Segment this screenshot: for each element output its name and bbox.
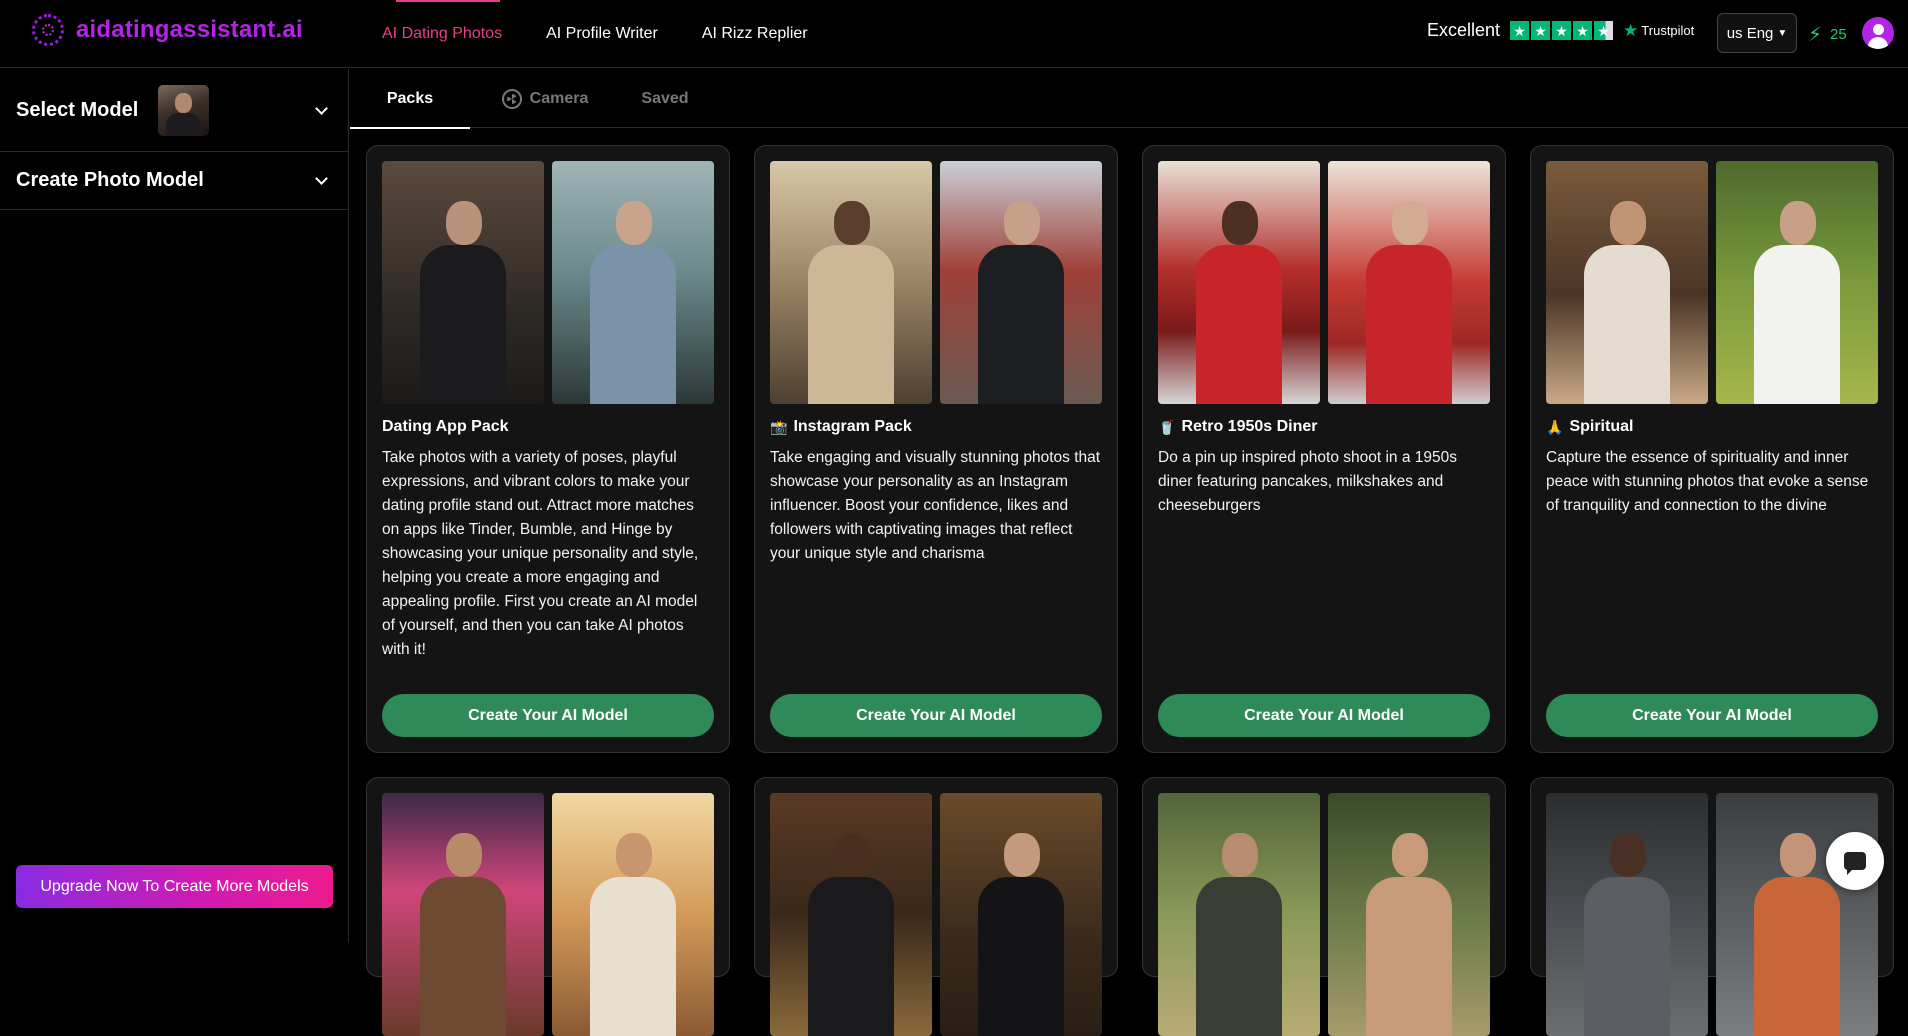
- trustpilot-brand-label: Trustpilot: [1641, 23, 1695, 38]
- pack-title: Dating App Pack: [382, 418, 714, 436]
- trustpilot-stars: ★ ★ ★ ★ ★: [1510, 21, 1614, 40]
- select-model-label: Select Model: [16, 98, 139, 121]
- pack-photo: [382, 793, 544, 1036]
- pack-title-text: Instagram Pack: [793, 418, 912, 435]
- trustpilot-rating-label: Excellent: [1427, 20, 1501, 40]
- pack-photo: [940, 793, 1102, 1036]
- pack-card: [1142, 777, 1506, 1036]
- aperture-icon: [501, 88, 522, 109]
- tab-camera[interactable]: Camera: [470, 69, 620, 128]
- pack-description: Do a pin up inspired photo shoot in a 19…: [1158, 449, 1458, 514]
- pack-card: 🥤 Retro 1950s Diner Do a pin up inspired…: [1142, 145, 1506, 753]
- credits-badge[interactable]: ⚡ 25: [1808, 22, 1847, 47]
- nav-ai-dating-photos[interactable]: AI Dating Photos: [372, 0, 512, 68]
- pack-card: Dating App Pack Take photos with a varie…: [366, 145, 730, 753]
- tab-saved[interactable]: Saved: [620, 69, 710, 128]
- create-ai-model-button[interactable]: Create Your AI Model: [1546, 694, 1878, 737]
- pack-photo: [1328, 793, 1490, 1036]
- main-nav: AI Dating Photos AI Profile Writer AI Ri…: [372, 0, 818, 68]
- star-icon: ★: [1531, 21, 1551, 40]
- trustpilot-brand: ★ Trustpilot: [1623, 21, 1694, 41]
- star-icon: ★: [1510, 21, 1530, 40]
- milkshake-icon: 🥤: [1158, 418, 1176, 435]
- pack-photo: [1716, 793, 1878, 1036]
- pack-photos: [382, 793, 714, 1036]
- brand-logo-icon: [32, 14, 64, 46]
- pack-title: 🥤 Retro 1950s Diner: [1158, 418, 1490, 436]
- pack-title-text: Spiritual: [1569, 418, 1634, 435]
- pack-photo: [1158, 161, 1320, 404]
- sidebar: Select Model Create Photo Model Upgrade …: [0, 69, 349, 943]
- credits-count: 25: [1830, 26, 1847, 43]
- pack-photo: [1546, 161, 1708, 404]
- pack-description: Take engaging and visually stunning phot…: [770, 449, 1101, 562]
- pack-photo: [770, 793, 932, 1036]
- pack-photos: [1546, 793, 1878, 1036]
- model-thumbnail: [158, 84, 210, 136]
- chat-icon: [1844, 852, 1866, 875]
- content-tabs: Packs Camera Saved: [350, 69, 1908, 129]
- chevron-down-icon: [315, 101, 328, 115]
- pack-photo: [770, 161, 932, 404]
- pack-title-text: Retro 1950s Diner: [1181, 418, 1318, 435]
- pack-photo: [1546, 793, 1708, 1036]
- trustpilot-star-icon: ★: [1623, 20, 1639, 40]
- brand-logo-link[interactable]: aidatingassistant.ai: [32, 14, 303, 46]
- language-select[interactable]: us Eng ▼: [1717, 13, 1797, 53]
- caret-down-icon: ▼: [1777, 27, 1788, 39]
- trustpilot-widget[interactable]: Excellent ★ ★ ★ ★ ★ ★ Trustpilot: [1427, 20, 1694, 41]
- pack-photo: [1716, 161, 1878, 404]
- pack-photo: [382, 161, 544, 404]
- pack-card: [366, 777, 730, 1036]
- user-avatar-head: [1872, 24, 1884, 35]
- pack-photo: [940, 161, 1102, 404]
- user-avatar-body: [1868, 37, 1888, 49]
- create-ai-model-button[interactable]: Create Your AI Model: [382, 694, 714, 737]
- tab-saved-label: Saved: [641, 89, 689, 107]
- user-avatar[interactable]: [1862, 17, 1894, 49]
- pack-description: Take photos with a variety of poses, pla…: [382, 449, 699, 658]
- create-ai-model-button[interactable]: Create Your AI Model: [1158, 694, 1490, 737]
- pack-card: 📸 Instagram Pack Take engaging and visua…: [754, 145, 1118, 753]
- pack-title-text: Dating App Pack: [382, 418, 509, 435]
- tab-packs[interactable]: Packs: [350, 69, 470, 129]
- pack-photo: [552, 161, 714, 404]
- pack-photos: [1158, 793, 1490, 1036]
- tab-camera-label: Camera: [529, 89, 589, 107]
- pack-photo: [552, 793, 714, 1036]
- pack-photo: [1158, 793, 1320, 1036]
- select-model-title-wrap: Select Model: [16, 84, 210, 136]
- star-icon: ★: [1573, 21, 1593, 40]
- pack-photos: [770, 793, 1102, 1036]
- create-photo-model-label: Create Photo Model: [16, 169, 204, 191]
- chat-widget-button[interactable]: [1826, 832, 1884, 890]
- praying-hands-icon: 🙏: [1546, 418, 1564, 435]
- pack-photos: [770, 161, 1102, 404]
- nav-ai-profile-writer[interactable]: AI Profile Writer: [536, 0, 668, 68]
- pack-title: 🙏 Spiritual: [1546, 418, 1878, 436]
- brand-name: aidatingassistant.ai: [76, 16, 303, 43]
- create-ai-model-button[interactable]: Create Your AI Model: [770, 694, 1102, 737]
- chevron-down-icon: [315, 172, 328, 185]
- upgrade-button[interactable]: Upgrade Now To Create More Models: [16, 865, 333, 908]
- bolt-icon: ⚡: [1808, 24, 1823, 46]
- star-icon: ★: [1552, 21, 1572, 40]
- half-star-icon: ★: [1594, 21, 1614, 40]
- select-model-accordion[interactable]: Select Model: [0, 69, 348, 152]
- pack-photos: [382, 161, 714, 404]
- pack-photo: [1328, 161, 1490, 404]
- pack-card: [754, 777, 1118, 1036]
- packs-grid: Dating App Pack Take photos with a varie…: [366, 145, 1894, 1036]
- pack-description: Capture the essence of spirituality and …: [1546, 449, 1869, 514]
- camera-icon: 📸: [770, 418, 788, 435]
- tab-packs-label: Packs: [386, 89, 434, 107]
- language-selected: us Eng: [1726, 24, 1774, 42]
- nav-ai-rizz-replier[interactable]: AI Rizz Replier: [692, 0, 818, 68]
- pack-photos: [1158, 161, 1490, 404]
- create-photo-model-accordion[interactable]: Create Photo Model: [0, 152, 348, 210]
- top-navbar: aidatingassistant.ai AI Dating Photos AI…: [0, 0, 1908, 68]
- pack-card: 🙏 Spiritual Capture the essence of spiri…: [1530, 145, 1894, 753]
- pack-title: 📸 Instagram Pack: [770, 418, 1102, 436]
- pack-photos: [1546, 161, 1878, 404]
